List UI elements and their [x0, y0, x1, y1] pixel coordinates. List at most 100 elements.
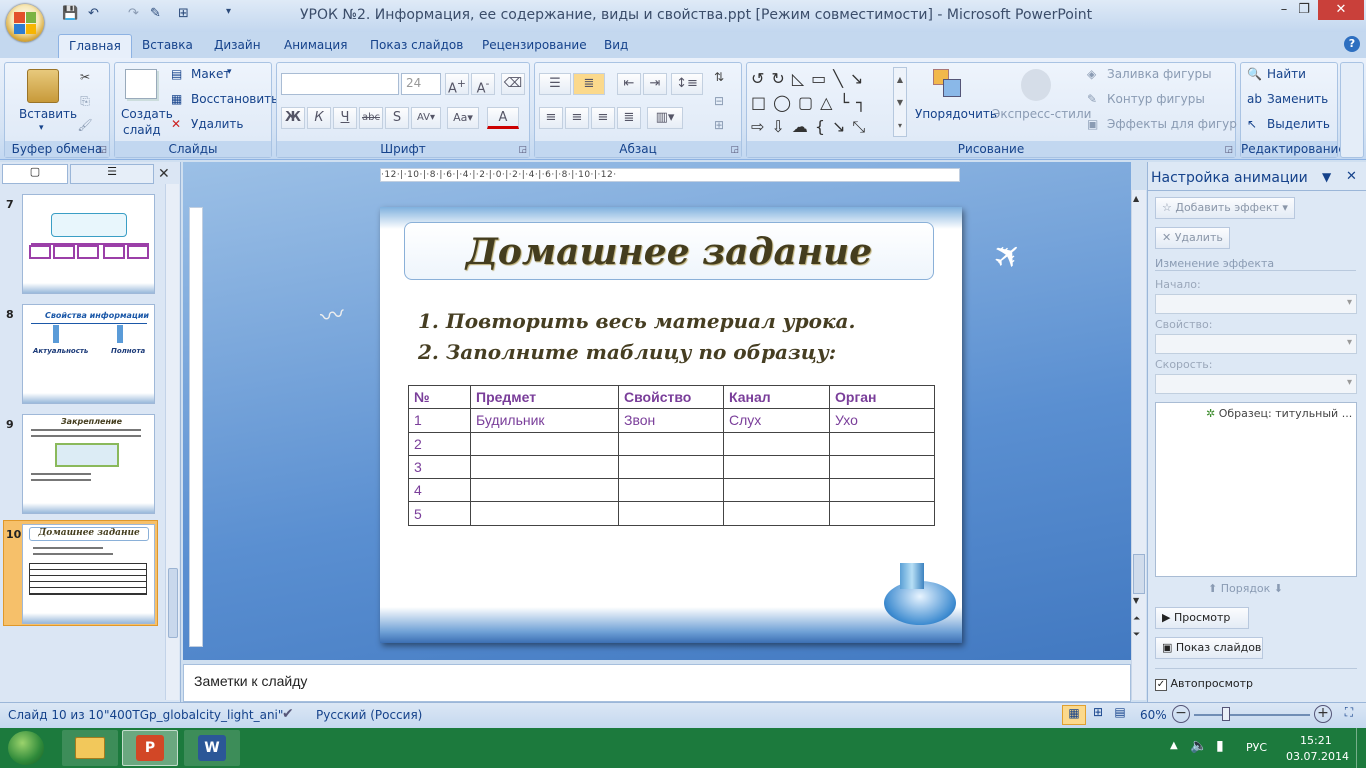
language-status[interactable]: Русский (Россия): [316, 708, 422, 722]
draw-icon[interactable]: ✎: [150, 6, 161, 24]
homework-table[interactable]: № Предмет Свойство Канал Орган 1 Будильни…: [408, 384, 935, 526]
clipboard-launcher-icon[interactable]: ◲: [98, 145, 107, 155]
network-icon[interactable]: ▮: [1216, 738, 1224, 754]
tray-expand-icon[interactable]: ▲: [1170, 740, 1178, 751]
zoom-slider-thumb[interactable]: [1222, 707, 1230, 721]
add-effect-button[interactable]: ☆ Добавить эффект ▾: [1155, 197, 1295, 219]
select-button[interactable]: Выделить: [1267, 117, 1330, 131]
format-brush-icon[interactable]: 🖌: [75, 115, 95, 135]
next-slide-icon[interactable]: ⏷: [1133, 630, 1140, 640]
shape-effects-button[interactable]: Эффекты для фигур: [1107, 117, 1237, 131]
office-button[interactable]: [6, 4, 44, 42]
normal-view-icon[interactable]: ▦: [1062, 705, 1086, 725]
layout-button[interactable]: Макет: [191, 67, 230, 81]
speed-select[interactable]: ▾: [1155, 374, 1357, 394]
pane-dropdown-icon[interactable]: ▼: [1322, 170, 1331, 184]
arrange-button[interactable]: Упорядочить: [915, 107, 997, 121]
restore-button[interactable]: ❐: [1286, 0, 1322, 20]
new-slide-button-line2[interactable]: слайд: [123, 123, 161, 137]
shape-line-icon[interactable]: ╲: [833, 69, 850, 88]
outline-tab[interactable]: ☰: [70, 164, 154, 184]
shapes-gallery[interactable]: ↺↻◺▭╲↘ □◯▢△└┐ ⇨⇩☁{↘⤡: [751, 67, 899, 139]
shape-oval-icon[interactable]: ◯: [773, 93, 798, 112]
show-desktop-button[interactable]: [1356, 728, 1366, 768]
task-2[interactable]: 2. Заполните таблицу по образцу:: [418, 340, 836, 364]
shape-elbow-icon[interactable]: └: [839, 93, 856, 112]
fit-window-icon[interactable]: ⛶: [1340, 705, 1358, 723]
cell[interactable]: [618, 454, 724, 480]
strikethrough-icon[interactable]: abc: [359, 107, 383, 129]
zoom-level[interactable]: 60%: [1140, 708, 1167, 722]
word-taskbar-icon[interactable]: W: [184, 730, 240, 766]
font-color-icon[interactable]: A: [487, 107, 519, 129]
cell[interactable]: [829, 501, 935, 526]
order-down-icon[interactable]: ⬇: [1270, 582, 1283, 595]
format-painter-icon[interactable]: ⊞: [178, 6, 189, 24]
cell[interactable]: [829, 454, 935, 480]
shape-curve-icon[interactable]: ↺: [751, 69, 771, 88]
new-slide-button[interactable]: Создать: [121, 107, 173, 121]
redo-icon[interactable]: ↷: [128, 6, 139, 24]
prev-slide-icon[interactable]: ⏶: [1133, 614, 1140, 624]
delete-button[interactable]: Удалить: [191, 117, 244, 131]
cell[interactable]: 1: [408, 408, 471, 433]
cell[interactable]: [470, 501, 619, 526]
shape-fill-button[interactable]: Заливка фигуры: [1107, 67, 1212, 81]
tab-review[interactable]: Рецензирование: [472, 34, 597, 58]
tab-design[interactable]: Дизайн: [204, 34, 271, 58]
shape-rounded-icon[interactable]: ▢: [798, 93, 820, 112]
reset-button[interactable]: Восстановить: [191, 92, 278, 106]
copy-icon[interactable]: ⎘: [75, 91, 95, 111]
clear-format-icon[interactable]: ⌫: [501, 73, 525, 95]
slide-thumbnail-7[interactable]: [22, 194, 155, 294]
align-right-icon[interactable]: ≡: [591, 107, 615, 129]
cell[interactable]: [723, 431, 830, 456]
slide-thumbnail-9[interactable]: Закрепление: [22, 414, 155, 514]
slide-thumbnail-10[interactable]: Домашнее задание: [22, 524, 155, 624]
cell[interactable]: Будильник: [470, 408, 619, 433]
powerpoint-taskbar-icon[interactable]: P: [122, 730, 178, 766]
close-pane-icon[interactable]: ✕: [158, 166, 170, 182]
animation-list-item[interactable]: ✲ Образец: титульный ...: [1206, 407, 1352, 420]
shapes-scroll[interactable]: ▲ ▼ ▾: [893, 67, 907, 137]
italic-icon[interactable]: К: [307, 107, 331, 129]
shape-brace-icon[interactable]: {: [815, 117, 832, 136]
cell[interactable]: 4: [408, 478, 471, 503]
shape-tri-icon[interactable]: △: [820, 93, 839, 112]
bullets-icon[interactable]: ☰: [539, 73, 571, 95]
decrease-indent-icon[interactable]: ⇤: [617, 73, 641, 95]
sorter-view-icon[interactable]: ⊞: [1088, 705, 1108, 725]
align-center-icon[interactable]: ≡: [565, 107, 589, 129]
cell[interactable]: [618, 501, 724, 526]
remove-effect-button[interactable]: ✕ Удалить: [1155, 227, 1230, 249]
input-language[interactable]: РУС: [1246, 741, 1267, 754]
shape-square-icon[interactable]: □: [751, 93, 773, 112]
paragraph-launcher-icon[interactable]: ◲: [730, 145, 739, 155]
tab-home[interactable]: Главная: [58, 34, 132, 58]
start-button[interactable]: [8, 731, 44, 765]
align-left-icon[interactable]: ≡: [539, 107, 563, 129]
slides-pane-scrollbar[interactable]: [165, 184, 179, 700]
slide-thumbnail-8[interactable]: Свойства информации Актуальность Полнота: [22, 304, 155, 404]
scroll-down-icon[interactable]: ▼: [1133, 596, 1139, 605]
cell[interactable]: [618, 431, 724, 456]
paste-dropdown-icon[interactable]: ▾: [39, 123, 44, 133]
increase-indent-icon[interactable]: ⇥: [643, 73, 667, 95]
find-button[interactable]: Найти: [1267, 67, 1306, 81]
help-icon[interactable]: ?: [1344, 36, 1360, 52]
cell[interactable]: [723, 501, 830, 526]
scroll-up-icon[interactable]: ▲: [1133, 194, 1139, 203]
cell[interactable]: [829, 478, 935, 503]
cell[interactable]: [723, 478, 830, 503]
shape-outline-button[interactable]: Контур фигуры: [1107, 92, 1205, 106]
explorer-taskbar-icon[interactable]: [62, 730, 118, 766]
pane-close-icon[interactable]: ✕: [1346, 169, 1357, 184]
current-slide[interactable]: Домашнее задание 1. Повторить весь матер…: [380, 207, 962, 643]
font-size-field[interactable]: 24: [401, 73, 441, 95]
cell[interactable]: 5: [408, 501, 471, 526]
reading-view-icon[interactable]: ▤: [1110, 705, 1130, 725]
drawing-launcher-icon[interactable]: ◲: [1224, 145, 1233, 155]
cell[interactable]: [470, 478, 619, 503]
cell[interactable]: Ухо: [829, 408, 935, 433]
numbering-icon[interactable]: ≣: [573, 73, 605, 95]
